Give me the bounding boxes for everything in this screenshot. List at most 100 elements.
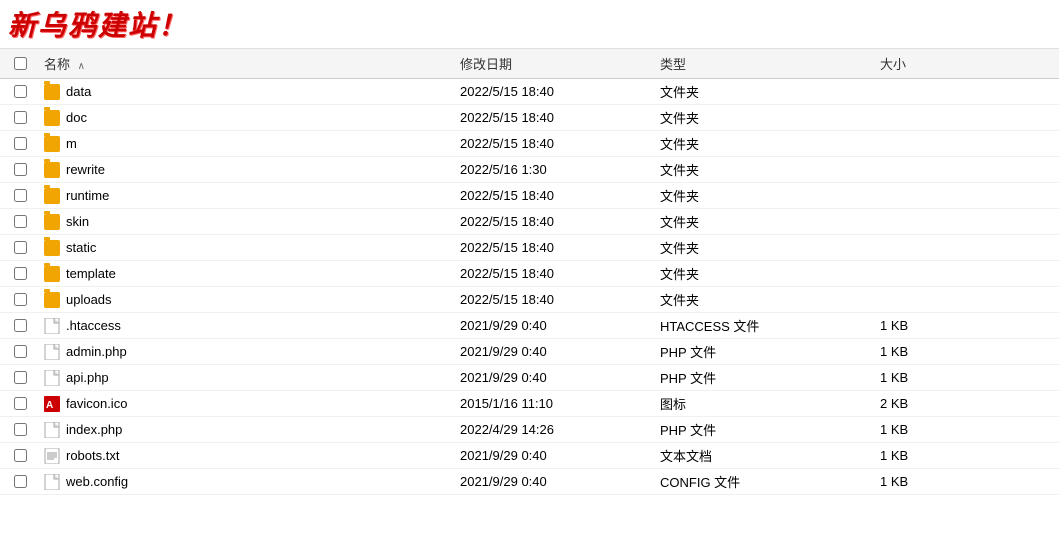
file-type: 文件夹 bbox=[660, 108, 880, 127]
file-size: 1 KB bbox=[880, 422, 980, 437]
folder-icon bbox=[44, 110, 60, 126]
file-name: admin.php bbox=[66, 344, 127, 359]
file-type: CONFIG 文件 bbox=[660, 472, 880, 491]
select-all-checkbox-container[interactable] bbox=[0, 57, 40, 70]
row-checkbox-container bbox=[0, 293, 40, 306]
folder-icon bbox=[44, 162, 60, 178]
table-row[interactable]: .htaccess2021/9/29 0:40HTACCESS 文件1 KB bbox=[0, 313, 1059, 339]
file-name: api.php bbox=[66, 370, 109, 385]
file-size: 1 KB bbox=[880, 344, 980, 359]
table-row[interactable]: data 2022/5/15 18:40文件夹 bbox=[0, 79, 1059, 105]
file-name: web.config bbox=[66, 474, 128, 489]
file-name-cell: runtime bbox=[40, 188, 460, 204]
table-row[interactable]: admin.php2021/9/29 0:40PHP 文件1 KB bbox=[0, 339, 1059, 365]
header-bar: 新乌鸦建站！ bbox=[0, 0, 1059, 49]
file-name-cell: api.php bbox=[40, 370, 460, 386]
file-date: 2021/9/29 0:40 bbox=[460, 474, 660, 489]
file-size: 1 KB bbox=[880, 448, 980, 463]
row-checkbox[interactable] bbox=[14, 85, 27, 98]
file-name: data bbox=[66, 84, 91, 99]
table-row[interactable]: index.php2022/4/29 14:26PHP 文件1 KB bbox=[0, 417, 1059, 443]
file-date: 2021/9/29 0:40 bbox=[460, 318, 660, 333]
folder-icon bbox=[44, 240, 60, 256]
folder-icon bbox=[44, 292, 60, 308]
row-checkbox[interactable] bbox=[14, 423, 27, 436]
file-date: 2021/9/29 0:40 bbox=[460, 448, 660, 463]
row-checkbox[interactable] bbox=[14, 293, 27, 306]
file-name-cell: data bbox=[40, 84, 460, 100]
file-name: robots.txt bbox=[66, 448, 119, 463]
row-checkbox-container bbox=[0, 345, 40, 358]
row-checkbox-container bbox=[0, 319, 40, 332]
row-checkbox[interactable] bbox=[14, 189, 27, 202]
file-type: HTACCESS 文件 bbox=[660, 316, 880, 335]
row-checkbox[interactable] bbox=[14, 111, 27, 124]
file-date: 2022/5/15 18:40 bbox=[460, 188, 660, 203]
file-type: 图标 bbox=[660, 394, 880, 413]
file-date: 2022/5/15 18:40 bbox=[460, 266, 660, 281]
file-date: 2015/1/16 11:10 bbox=[460, 396, 660, 411]
file-name: rewrite bbox=[66, 162, 105, 177]
file-date: 2022/5/15 18:40 bbox=[460, 84, 660, 99]
row-checkbox-container bbox=[0, 397, 40, 410]
row-checkbox[interactable] bbox=[14, 397, 27, 410]
file-date: 2022/5/15 18:40 bbox=[460, 214, 660, 229]
favicon-icon: A bbox=[44, 396, 60, 412]
table-row[interactable]: runtime2022/5/15 18:40文件夹 bbox=[0, 183, 1059, 209]
row-checkbox[interactable] bbox=[14, 345, 27, 358]
file-name: doc bbox=[66, 110, 87, 125]
row-checkbox[interactable] bbox=[14, 137, 27, 150]
column-header-type[interactable]: 类型 bbox=[660, 54, 880, 73]
file-icon bbox=[44, 318, 60, 334]
select-all-checkbox[interactable] bbox=[14, 57, 27, 70]
file-name: runtime bbox=[66, 188, 109, 203]
row-checkbox[interactable] bbox=[14, 267, 27, 280]
file-name-cell: static bbox=[40, 240, 460, 256]
file-date: 2022/5/15 18:40 bbox=[460, 136, 660, 151]
column-header-size[interactable]: 大小 bbox=[880, 54, 980, 73]
row-checkbox[interactable] bbox=[14, 163, 27, 176]
row-checkbox[interactable] bbox=[14, 319, 27, 332]
table-row[interactable]: uploads2022/5/15 18:40文件夹 bbox=[0, 287, 1059, 313]
row-checkbox[interactable] bbox=[14, 241, 27, 254]
file-size: 2 KB bbox=[880, 396, 980, 411]
file-name-cell: template bbox=[40, 266, 460, 282]
row-checkbox-container bbox=[0, 111, 40, 124]
table-row[interactable]: m2022/5/15 18:40文件夹 bbox=[0, 131, 1059, 157]
file-explorer: 新乌鸦建站！ 名称 ∧ 修改日期 类型 大小 data 2022/5/15 18:… bbox=[0, 0, 1059, 550]
column-header-name[interactable]: 名称 ∧ bbox=[40, 54, 460, 73]
file-name-cell: admin.php bbox=[40, 344, 460, 360]
text-file-icon bbox=[44, 448, 60, 464]
table-row[interactable]: A favicon.ico 2015/1/16 11:10图标2 KB bbox=[0, 391, 1059, 417]
table-row[interactable]: template2022/5/15 18:40文件夹 bbox=[0, 261, 1059, 287]
row-checkbox[interactable] bbox=[14, 475, 27, 488]
row-checkbox-container bbox=[0, 267, 40, 280]
row-checkbox-container bbox=[0, 241, 40, 254]
column-header-date[interactable]: 修改日期 bbox=[460, 54, 660, 73]
file-name-cell: index.php bbox=[40, 422, 460, 438]
page-title: 新乌鸦建站！ bbox=[8, 4, 188, 44]
file-icon bbox=[44, 344, 60, 360]
file-name-cell: .htaccess bbox=[40, 318, 460, 334]
row-checkbox[interactable] bbox=[14, 371, 27, 384]
file-type: 文件夹 bbox=[660, 82, 880, 101]
row-checkbox[interactable] bbox=[14, 215, 27, 228]
table-row[interactable]: skin2022/5/15 18:40文件夹 bbox=[0, 209, 1059, 235]
table-row[interactable]: web.config2021/9/29 0:40CONFIG 文件1 KB bbox=[0, 469, 1059, 495]
table-row[interactable]: static2022/5/15 18:40文件夹 bbox=[0, 235, 1059, 261]
table-row[interactable]: robots.txt2021/9/29 0:40文本文档1 KB bbox=[0, 443, 1059, 469]
row-checkbox[interactable] bbox=[14, 449, 27, 462]
file-type: 文件夹 bbox=[660, 212, 880, 231]
row-checkbox-container bbox=[0, 215, 40, 228]
file-name-cell: rewrite bbox=[40, 162, 460, 178]
file-name-cell: skin bbox=[40, 214, 460, 230]
row-checkbox-container bbox=[0, 423, 40, 436]
folder-icon bbox=[44, 188, 60, 204]
file-name: favicon.ico bbox=[66, 396, 127, 411]
table-row[interactable]: doc2022/5/15 18:40文件夹 bbox=[0, 105, 1059, 131]
row-checkbox-container bbox=[0, 85, 40, 98]
table-row[interactable]: rewrite2022/5/16 1:30文件夹 bbox=[0, 157, 1059, 183]
table-row[interactable]: api.php2021/9/29 0:40PHP 文件1 KB bbox=[0, 365, 1059, 391]
file-icon bbox=[44, 370, 60, 386]
file-list: data2022/5/15 18:40文件夹 doc2022/5/15 18:4… bbox=[0, 79, 1059, 495]
